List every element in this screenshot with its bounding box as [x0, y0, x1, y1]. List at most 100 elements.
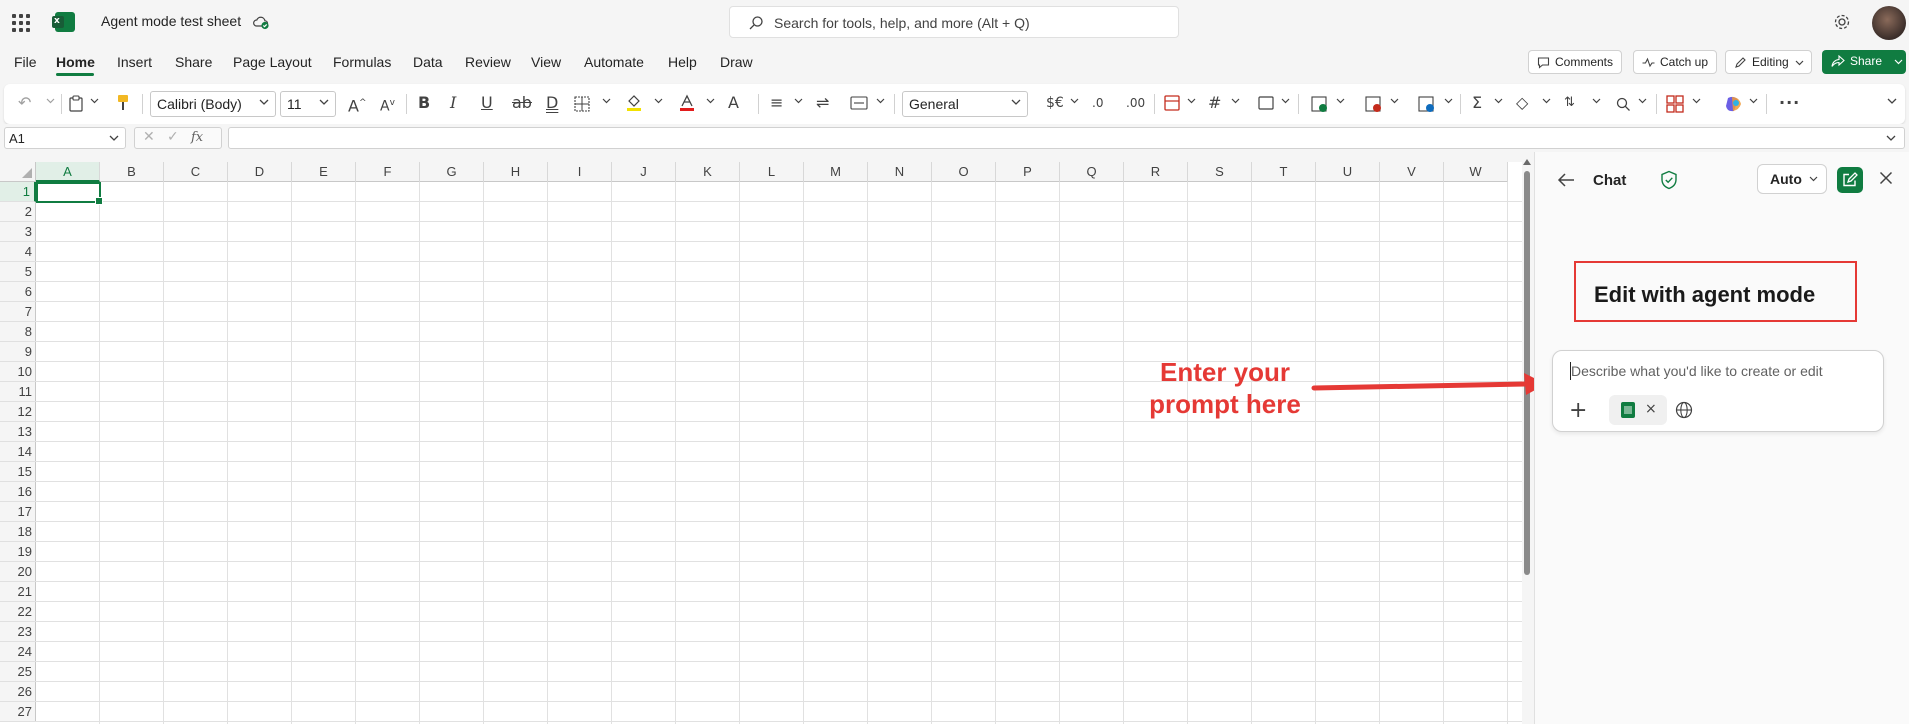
excel-logo-icon[interactable]: x [52, 12, 75, 32]
align-icon[interactable]: ≡ [770, 93, 783, 113]
column-header[interactable]: V [1380, 162, 1444, 182]
chevron-down-icon[interactable] [46, 98, 55, 104]
row-header[interactable]: 20 [0, 562, 36, 582]
cancel-entry-icon[interactable]: ✕ [143, 129, 155, 145]
italic-icon[interactable]: I [450, 93, 456, 113]
column-header[interactable]: Q [1060, 162, 1124, 182]
column-header[interactable]: N [868, 162, 932, 182]
cell-styles-icon[interactable] [1258, 95, 1274, 111]
borders-icon[interactable] [574, 96, 590, 112]
column-header[interactable]: R [1124, 162, 1188, 182]
chevron-down-icon[interactable] [1444, 98, 1453, 104]
row-header[interactable]: 10 [0, 362, 36, 382]
tab-insert[interactable]: Insert [117, 54, 152, 70]
chevron-down-icon[interactable] [602, 98, 611, 104]
chevron-down-icon[interactable] [1336, 98, 1345, 104]
cloud-saved-icon[interactable] [252, 13, 270, 31]
tab-draw[interactable]: Draw [720, 54, 753, 70]
row-header[interactable]: 23 [0, 622, 36, 642]
tab-page-layout[interactable]: Page Layout [233, 54, 312, 70]
add-ins-icon[interactable] [1666, 95, 1684, 113]
row-header[interactable]: 22 [0, 602, 36, 622]
increase-font-size-icon[interactable]: A^ [348, 93, 367, 116]
editing-mode-button[interactable]: Editing [1725, 50, 1812, 74]
chevron-down-icon[interactable] [1070, 98, 1079, 104]
column-header[interactable]: D [228, 162, 292, 182]
double-underline-icon[interactable]: D [546, 93, 558, 113]
tab-formulas[interactable]: Formulas [333, 54, 391, 70]
paste-icon[interactable] [69, 95, 83, 112]
add-attachment-icon[interactable]: + [1569, 400, 1587, 422]
row-header[interactable]: 21 [0, 582, 36, 602]
chevron-down-icon[interactable] [1749, 98, 1758, 104]
underline-icon[interactable]: U [481, 93, 493, 113]
comments-button[interactable]: Comments [1528, 50, 1623, 74]
text-effects-icon[interactable]: A [728, 93, 739, 113]
bold-icon[interactable]: B [418, 93, 430, 113]
column-header[interactable]: B [100, 162, 164, 182]
column-header[interactable]: E [292, 162, 356, 182]
prompt-input-box[interactable]: Describe what you'd like to create or ed… [1552, 350, 1884, 432]
tab-share[interactable]: Share [175, 54, 212, 70]
scroll-up-icon[interactable] [1523, 159, 1531, 165]
expand-ribbon-icon[interactable] [1887, 98, 1897, 105]
chevron-down-icon[interactable] [1390, 98, 1399, 104]
confirm-entry-icon[interactable]: ✓ [167, 129, 179, 145]
font-size-select[interactable]: 11 [280, 91, 336, 117]
expand-formula-icon[interactable] [1886, 135, 1896, 142]
row-header[interactable]: 4 [0, 242, 36, 262]
share-button[interactable]: Share [1822, 50, 1906, 74]
column-header[interactable]: G [420, 162, 484, 182]
chevron-down-icon[interactable] [794, 98, 803, 104]
select-all-corner[interactable] [0, 162, 36, 182]
row-header[interactable]: 3 [0, 222, 36, 242]
shield-check-icon[interactable] [1660, 170, 1678, 190]
column-header[interactable]: J [612, 162, 676, 182]
insert-cells-icon[interactable] [1310, 95, 1328, 113]
chevron-down-icon[interactable] [1231, 98, 1240, 104]
row-header[interactable]: 8 [0, 322, 36, 342]
row-header[interactable]: 1 [0, 182, 36, 202]
row-header[interactable]: 19 [0, 542, 36, 562]
increase-decimal-icon[interactable]: .00 [1126, 93, 1145, 113]
chevron-down-icon[interactable] [1638, 98, 1647, 104]
row-header[interactable]: 14 [0, 442, 36, 462]
find-icon[interactable] [1616, 97, 1631, 112]
strikethrough-icon[interactable]: ab [512, 93, 532, 113]
chevron-down-icon[interactable] [706, 98, 715, 104]
row-header[interactable]: 26 [0, 682, 36, 702]
insert-function-icon[interactable]: fx [191, 130, 203, 145]
column-header[interactable]: K [676, 162, 740, 182]
remove-attachment-icon[interactable]: × [1645, 401, 1657, 417]
column-header[interactable]: C [164, 162, 228, 182]
column-header[interactable]: F [356, 162, 420, 182]
active-cell-a1[interactable] [36, 182, 103, 205]
catch-up-button[interactable]: Catch up [1633, 50, 1718, 74]
font-color-icon[interactable] [679, 94, 695, 112]
close-icon[interactable] [1879, 171, 1893, 185]
row-header[interactable]: 2 [0, 202, 36, 222]
settings-gear-icon[interactable] [1832, 12, 1852, 32]
column-header[interactable]: A [36, 162, 100, 182]
name-box[interactable]: A1 [4, 127, 126, 149]
chevron-down-icon[interactable] [876, 98, 885, 104]
row-header[interactable]: 13 [0, 422, 36, 442]
chevron-down-icon[interactable] [1692, 98, 1701, 104]
wrap-text-icon[interactable]: ⇌ [816, 93, 829, 113]
column-header[interactable]: T [1252, 162, 1316, 182]
chevron-down-icon[interactable] [1281, 98, 1290, 104]
back-arrow-icon[interactable] [1557, 172, 1575, 188]
row-header[interactable]: 12 [0, 402, 36, 422]
mode-select[interactable]: Auto [1757, 164, 1827, 194]
column-header[interactable]: L [740, 162, 804, 182]
column-header[interactable]: U [1316, 162, 1380, 182]
search-input[interactable]: Search for tools, help, and more (Alt + … [729, 6, 1179, 38]
tab-home[interactable]: Home [56, 54, 95, 70]
vertical-scrollbar[interactable] [1522, 155, 1532, 724]
row-header[interactable]: 11 [0, 382, 36, 402]
chevron-down-icon[interactable] [1187, 98, 1196, 104]
chevron-down-icon[interactable] [654, 98, 663, 104]
tab-file[interactable]: File [14, 54, 37, 70]
currency-format-icon[interactable]: $€ [1046, 93, 1064, 113]
column-header[interactable]: O [932, 162, 996, 182]
